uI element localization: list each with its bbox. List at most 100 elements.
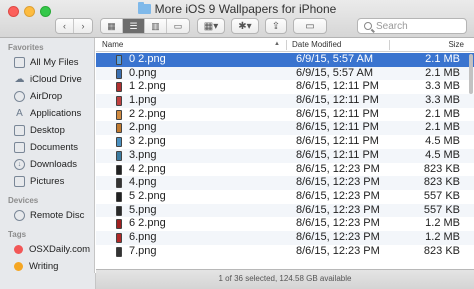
list-view-button[interactable]: ☰ [123, 19, 145, 33]
sidebar-item-all-my-files[interactable]: All My Files [0, 54, 94, 71]
file-row[interactable]: 1 2.png 8/6/15, 12:11 PM 3.3 MB [96, 80, 474, 94]
cover-flow-button[interactable]: ▭ [167, 19, 189, 33]
file-size: 2.1 MB [425, 53, 460, 65]
png-file-icon [116, 232, 122, 243]
tags-button[interactable]: ▭ [293, 18, 327, 34]
icon-view-button[interactable]: ▦ [101, 19, 123, 33]
file-row[interactable]: 4.png 8/6/15, 12:23 PM 823 KB [96, 176, 474, 190]
gear-icon: ✱▾ [238, 20, 252, 32]
file-row[interactable]: 1.png 8/6/15, 12:11 PM 3.3 MB [96, 94, 474, 108]
arrange-button[interactable]: ▦▾ [197, 18, 225, 34]
file-row[interactable]: 5 2.png 8/6/15, 12:23 PM 557 KB [96, 190, 474, 204]
file-name: 2.png [129, 121, 157, 134]
red-tag-icon [14, 245, 23, 254]
file-date-modified: 8/6/15, 12:23 PM [296, 203, 380, 216]
action-button[interactable]: ✱▾ [231, 18, 259, 34]
back-button[interactable]: ‹ [56, 19, 74, 33]
file-date-modified: 8/6/15, 12:23 PM [296, 230, 380, 243]
window-title: More iOS 9 Wallpapers for iPhone [154, 2, 337, 16]
file-name: 4.png [129, 176, 157, 189]
png-file-icon [116, 68, 122, 79]
file-name: 0 2.png [129, 53, 166, 65]
png-file-icon [116, 137, 122, 148]
status-text: 1 of 36 selected, 124.58 GB available [218, 274, 352, 283]
file-date-modified: 8/6/15, 12:23 PM [296, 189, 380, 202]
sidebar-item-label: Applications [30, 108, 82, 119]
cover-flow-icon: ▭ [173, 20, 183, 31]
file-row[interactable]: 6 2.png 8/6/15, 12:23 PM 1.2 MB [96, 217, 474, 231]
file-row[interactable]: 5.png 8/6/15, 12:23 PM 557 KB [96, 203, 474, 218]
sidebar-item-label: All My Files [30, 57, 79, 68]
file-row[interactable]: 2 2.png 8/6/15, 12:11 PM 2.1 MB [96, 108, 474, 122]
file-row[interactable]: 3.png 8/6/15, 12:11 PM 4.5 MB [96, 148, 474, 163]
sidebar-item-label: Remote Disc [30, 210, 85, 221]
share-button[interactable]: ⇪ [265, 18, 287, 34]
sidebar-item-documents[interactable]: Documents [0, 139, 94, 156]
png-file-icon [116, 82, 122, 93]
file-row[interactable]: 6.png 8/6/15, 12:23 PM 1.2 MB [96, 230, 474, 245]
png-file-icon [116, 55, 122, 65]
column-divider[interactable] [389, 40, 390, 50]
file-date-modified: 6/9/15, 5:57 AM [296, 66, 374, 79]
file-name: 3.png [129, 148, 157, 161]
png-file-icon [116, 109, 122, 120]
forward-button[interactable]: › [74, 19, 92, 33]
file-name: 1.png [129, 94, 157, 107]
file-date-modified: 8/6/15, 12:23 PM [296, 176, 380, 189]
file-row[interactable]: 3 2.png 8/6/15, 12:11 PM 4.5 MB [96, 135, 474, 149]
file-row[interactable]: 7.png 8/6/15, 12:23 PM 823 KB [96, 245, 474, 259]
sidebar-item-applications[interactable]: A Applications [0, 105, 94, 122]
sidebar-item-airdrop[interactable]: AirDrop [0, 88, 94, 105]
sidebar-item-desktop[interactable]: Desktop [0, 122, 94, 139]
file-row[interactable]: 4 2.png 8/6/15, 12:23 PM 823 KB [96, 163, 474, 177]
file-name: 4 2.png [129, 162, 166, 175]
list-icon: ☰ [129, 20, 138, 31]
png-file-icon [116, 205, 122, 216]
column-header-size[interactable]: Size [448, 40, 464, 49]
file-row[interactable]: 0 2.png 6/9/15, 5:57 AM 2.1 MB [96, 53, 474, 67]
file-name: 5.png [129, 203, 157, 216]
sidebar-item-label: Documents [30, 142, 79, 153]
sidebar-item-pictures[interactable]: Pictures [0, 173, 94, 190]
search-field[interactable]: Search [357, 18, 467, 34]
window-title-area: More iOS 9 Wallpapers for iPhone [0, 2, 474, 16]
chevron-right-icon: › [81, 21, 85, 31]
file-date-modified: 8/6/15, 12:11 PM [296, 148, 379, 161]
all-files-icon [14, 57, 25, 68]
sidebar-item-tag-writing[interactable]: Writing [0, 258, 94, 273]
png-file-icon [116, 123, 122, 134]
sidebar-item-label: AirDrop [30, 91, 63, 102]
file-size: 823 KB [423, 176, 460, 189]
file-date-modified: 8/6/15, 12:11 PM [296, 107, 379, 120]
sidebar-item-downloads[interactable]: ↓ Downloads [0, 156, 94, 173]
file-rows: 0 2.png 6/9/15, 5:57 AM 2.1 MB 0.png 6/9/15,… [96, 53, 474, 258]
column-header-date-modified[interactable]: Date Modified [292, 40, 341, 49]
sidebar-item-icloud-drive[interactable]: ☁ iCloud Drive [0, 71, 94, 88]
downloads-icon: ↓ [14, 159, 25, 170]
file-row[interactable]: 0.png 6/9/15, 5:57 AM 2.1 MB [96, 66, 474, 81]
file-size: 557 KB [423, 203, 460, 216]
file-list: Name ▲ Date Modified Size 0 2.png 6/9/15,… [96, 38, 474, 269]
window-toolbar: More iOS 9 Wallpapers for iPhone ‹ › ▦ ☰… [0, 0, 474, 38]
file-size: 3.3 MB [425, 80, 460, 93]
file-size: 1.2 MB [425, 230, 460, 243]
file-size: 4.5 MB [425, 148, 460, 161]
sidebar-item-tag-osxdaily[interactable]: OSXDaily.com [0, 241, 94, 258]
column-divider[interactable] [286, 40, 287, 50]
file-row[interactable]: 2.png 8/6/15, 12:11 PM 2.1 MB [96, 121, 474, 136]
file-size: 823 KB [423, 244, 460, 257]
sidebar-item-label: Desktop [30, 125, 65, 136]
file-name: 5 2.png [129, 189, 166, 202]
file-size: 2.1 MB [425, 121, 460, 134]
column-header-name[interactable]: Name [102, 40, 123, 49]
sidebar-item-remote-disc[interactable]: Remote Disc [0, 207, 94, 224]
navigation-buttons: ‹ › [55, 18, 93, 34]
column-header-bar: Name ▲ Date Modified Size [96, 38, 474, 52]
file-date-modified: 6/9/15, 5:57 AM [296, 53, 374, 65]
file-date-modified: 8/6/15, 12:11 PM [296, 121, 379, 134]
favorites-header: Favorites [8, 43, 44, 52]
airdrop-icon [14, 91, 25, 102]
file-size: 2.1 MB [425, 66, 460, 79]
column-view-button[interactable]: ▥ [145, 19, 167, 33]
vertical-scrollbar[interactable] [469, 54, 473, 94]
